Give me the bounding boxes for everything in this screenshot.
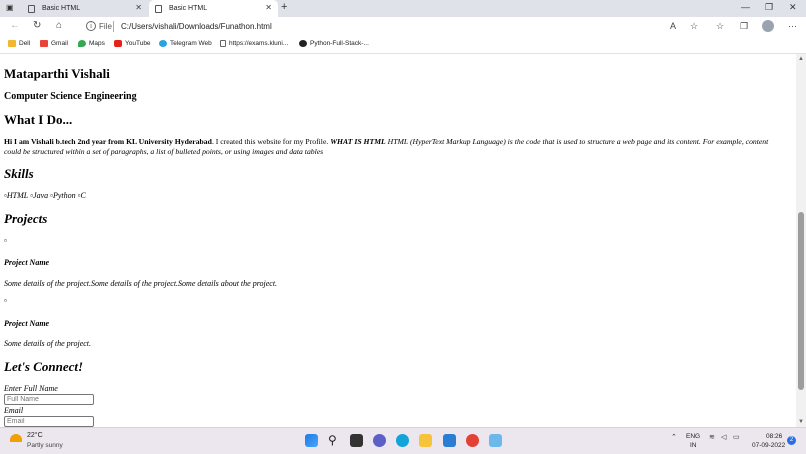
refresh-icon[interactable]: ↻: [33, 20, 41, 31]
address-scheme: File: [99, 22, 112, 31]
page-viewport: Mataparthi Vishali Computer Science Engi…: [0, 54, 796, 427]
search-icon[interactable]: ⚲: [328, 434, 341, 447]
chevron-up-icon[interactable]: ⌃: [671, 433, 677, 441]
weather-desc[interactable]: Partly sunny: [27, 442, 63, 449]
profile-avatar[interactable]: [762, 20, 774, 32]
tab-basic-html-2[interactable]: Basic HTML ✕: [149, 0, 278, 17]
tab-title: Basic HTML: [42, 5, 81, 12]
browser-toolbar: ← ↻ ⌂ i File C:/Users/vishali/Downloads/…: [0, 17, 806, 37]
read-aloud-icon[interactable]: A: [670, 21, 676, 31]
wifi-icon[interactable]: ≋: [709, 433, 715, 441]
mail-icon[interactable]: [443, 434, 456, 447]
skill-image-python: ▫Python: [50, 191, 76, 200]
project-name: Project Name: [4, 258, 50, 267]
new-tab-icon[interactable]: +: [281, 1, 287, 13]
back-icon[interactable]: ←: [10, 20, 20, 31]
home-icon[interactable]: ⌂: [56, 20, 62, 31]
connect-heading: Let's Connect!: [4, 359, 84, 374]
department-heading: Computer Science Engineering: [4, 91, 137, 102]
address-bar[interactable]: C:/Users/vishali/Downloads/Funathon.html: [121, 22, 272, 31]
bookmark-dell[interactable]: Dell: [8, 40, 30, 47]
project-details: Some details of the project.Some details…: [4, 279, 278, 288]
close-icon[interactable]: ✕: [265, 3, 272, 12]
page-title: Mataparthi Vishali: [4, 66, 110, 81]
taskbar: 22°C Partly sunny ⚲ ⌃ ENG IN ≋ ◁ ▭ 08:26…: [0, 427, 806, 454]
notification-badge[interactable]: 2: [787, 436, 796, 445]
full-name-label: Enter Full Name: [4, 384, 58, 393]
scroll-up-icon[interactable]: ▲: [798, 56, 804, 62]
bookmark-youtube[interactable]: YouTube: [114, 40, 151, 47]
bookmark-maps[interactable]: Maps: [78, 40, 105, 47]
bookmarks-bar: Dell Gmail Maps YouTube Telegram Web htt…: [0, 37, 806, 54]
info-icon[interactable]: i: [86, 21, 96, 31]
battery-icon[interactable]: ▭: [733, 433, 740, 441]
task-view-icon[interactable]: [350, 434, 363, 447]
volume-icon[interactable]: ◁: [721, 433, 726, 441]
weather-icon[interactable]: [10, 434, 22, 442]
about-text: . I created this website for my Profile.: [211, 137, 329, 146]
chat-icon[interactable]: [373, 434, 386, 447]
broken-image-icon: ▫: [4, 296, 7, 305]
about-intro: Hi I am Vishali b.tech 2nd year from KL …: [4, 137, 212, 146]
email-label: Email: [4, 406, 24, 415]
full-name-input[interactable]: [4, 394, 94, 405]
skill-image-java: ▫Java: [30, 191, 49, 200]
tab-basic-html-1[interactable]: Basic HTML ✕: [22, 0, 148, 17]
scroll-thumb[interactable]: [798, 212, 804, 390]
favorite-add-icon[interactable]: ☆: [690, 21, 698, 32]
clock-date[interactable]: 07-09-2022: [752, 442, 785, 449]
tab-title: Basic HTML: [169, 5, 208, 12]
gmail-icon: [40, 40, 48, 47]
bookmark-python-full-stack[interactable]: Python-Full-Stack-...: [299, 40, 369, 47]
bookmark-telegram[interactable]: Telegram Web: [159, 40, 212, 47]
bookmark-exams[interactable]: https://exams.kluni...: [220, 40, 288, 47]
edge-icon[interactable]: [396, 434, 409, 447]
scroll-down-icon[interactable]: ▼: [798, 419, 804, 425]
tab-actions-icon[interactable]: ▣: [6, 3, 14, 12]
chrome-icon[interactable]: [466, 434, 479, 447]
maps-icon: [78, 40, 86, 47]
file-icon: [220, 40, 226, 47]
file-icon: [155, 4, 162, 13]
favorites-icon[interactable]: ☆: [716, 21, 724, 32]
file-explorer-icon[interactable]: [419, 434, 432, 447]
tab-strip: ▣ Basic HTML ✕ Basic HTML ✕ + — ❐ ✕: [0, 0, 806, 17]
file-icon: [28, 4, 35, 13]
minimize-icon[interactable]: —: [741, 2, 750, 12]
collections-icon[interactable]: ❐: [740, 21, 748, 32]
skill-image-html: ▫HTML: [4, 191, 29, 200]
address-divider: [113, 21, 114, 32]
weather-temp[interactable]: 22°C: [27, 432, 43, 439]
skills-heading: Skills: [4, 166, 34, 181]
broken-image-icon: ▫: [4, 236, 7, 245]
language-code[interactable]: ENG: [686, 433, 700, 440]
project-details: Some details of the project.: [4, 339, 92, 348]
window-close-icon[interactable]: ✕: [789, 2, 797, 13]
about-html-label: WHAT IS HTML: [330, 137, 386, 146]
project-name: Project Name: [4, 319, 50, 328]
page-scrollbar[interactable]: ▲ ▼: [796, 54, 806, 427]
skill-image-c: ▫C: [77, 191, 86, 200]
folder-icon: [8, 40, 16, 47]
notepad-icon[interactable]: [489, 434, 502, 447]
github-icon: [299, 40, 307, 47]
telegram-icon: [159, 40, 167, 47]
email-input[interactable]: [4, 416, 94, 427]
youtube-icon: [114, 40, 122, 47]
start-icon[interactable]: [305, 434, 318, 447]
close-icon[interactable]: ✕: [135, 3, 142, 12]
about-paragraph: Hi I am Vishali b.tech 2nd year from KL …: [4, 137, 786, 157]
skills-row: ▫HTML ▫Java ▫Python ▫C: [4, 191, 86, 200]
bookmark-gmail[interactable]: Gmail: [40, 40, 68, 47]
about-heading: What I Do...: [4, 112, 73, 127]
projects-heading: Projects: [4, 211, 48, 226]
clock-time[interactable]: 08:26: [766, 433, 782, 440]
more-options-icon[interactable]: ···: [788, 21, 797, 31]
language-region[interactable]: IN: [690, 442, 697, 449]
restore-icon[interactable]: ❐: [765, 2, 773, 13]
